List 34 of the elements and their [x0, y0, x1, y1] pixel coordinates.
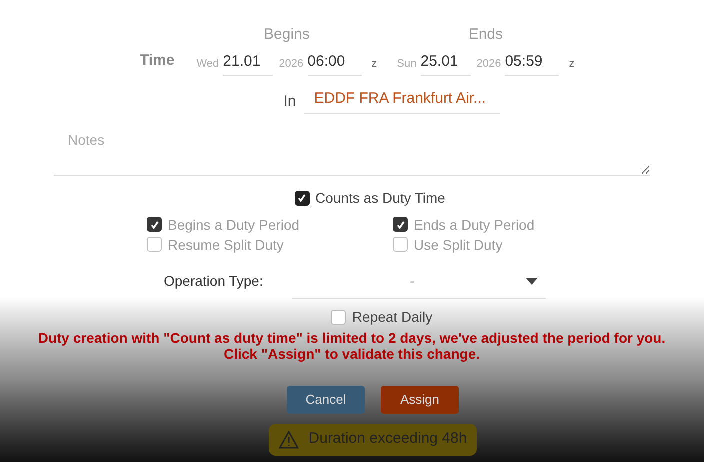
- checkbox-label: Ends a Duty Period: [414, 216, 535, 234]
- check-icon: [150, 220, 160, 230]
- warning-badge: Duration exceeding 48h: [268, 424, 478, 456]
- operation-type-label: Operation Type:: [164, 272, 264, 291]
- time-field[interactable]: 05:59: [505, 50, 560, 76]
- notes-field[interactable]: Notes: [54, 128, 650, 176]
- check-icon: [396, 220, 406, 230]
- cancel-button[interactable]: Cancel: [287, 386, 365, 414]
- zone-label: z: [372, 56, 378, 72]
- time-field[interactable]: 06:00: [308, 50, 362, 76]
- year-label: 2026: [476, 56, 502, 72]
- checkbox-label: Counts as Duty Time: [316, 188, 446, 208]
- year-label: 2026: [279, 56, 304, 72]
- date-field[interactable]: 21.01: [223, 50, 274, 76]
- weekday-label: Wed: [196, 56, 220, 72]
- checkbox[interactable]: [294, 190, 310, 206]
- location-field[interactable]: EDDF FRA Frankfurt Air...: [304, 88, 500, 114]
- location-label: In: [284, 92, 296, 112]
- checkbox-label: Repeat Daily: [352, 308, 433, 327]
- assign-button[interactable]: Assign: [381, 386, 459, 414]
- checkbox-label: Resume Split Duty: [168, 236, 284, 254]
- zone-label: z: [569, 56, 575, 72]
- checkbox-label: Begins a Duty Period: [168, 216, 300, 234]
- check-icon: [297, 193, 308, 203]
- weekday-label: Sun: [397, 56, 417, 72]
- error-message: Duty creation with "Count as duty time" is limited to 2 days, we've adjusted the period for you. Click "Assign" to validate this change.: [37, 330, 667, 362]
- time-label: Time: [140, 51, 175, 71]
- column-heading: Ends: [468, 25, 504, 45]
- caret-icon: [526, 278, 538, 284]
- column-heading: Begins: [264, 25, 310, 45]
- checkbox[interactable]: [331, 310, 346, 324]
- checkbox-label: Use Split Duty: [414, 236, 503, 254]
- warning-icon: [278, 430, 299, 448]
- date-field[interactable]: 25.01: [420, 50, 471, 76]
